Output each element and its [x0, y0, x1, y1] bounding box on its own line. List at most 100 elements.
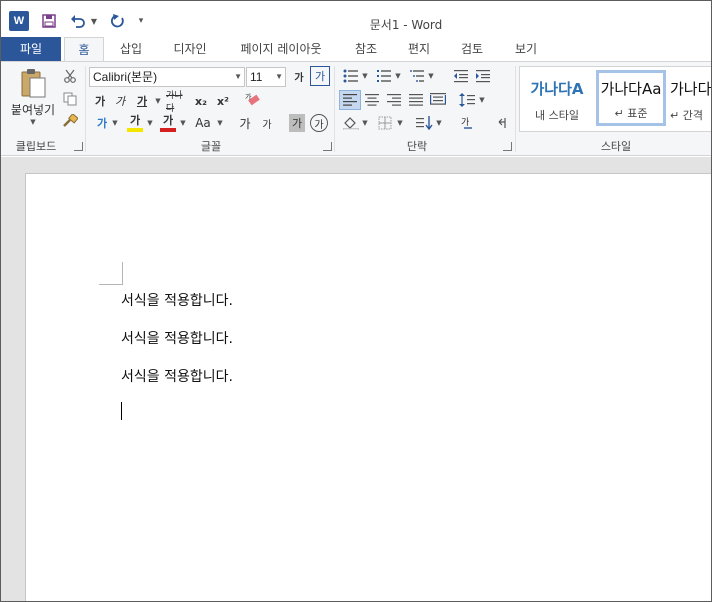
borders-dropdown[interactable]: ▼	[396, 114, 404, 132]
italic-button[interactable]: 가	[111, 92, 129, 110]
enclose-characters-button[interactable]: 가	[310, 114, 328, 132]
highlight-icon: 가	[129, 114, 141, 127]
font-color-dropdown[interactable]: ▼	[179, 114, 187, 132]
superscript-button[interactable]: x²	[214, 92, 232, 110]
bold-button[interactable]: 가	[91, 92, 109, 110]
svg-text:가: 가	[461, 117, 469, 128]
font-size-combo[interactable]: 11 ▼	[246, 67, 286, 87]
distributed-button[interactable]	[428, 90, 448, 110]
align-left-button[interactable]	[339, 90, 361, 110]
cut-button[interactable]	[61, 68, 79, 84]
align-center-icon	[365, 94, 379, 106]
style-no-spacing[interactable]: 가나다 ↵ 간격	[670, 70, 711, 126]
paragraph-mark-icon	[498, 118, 506, 128]
multilevel-list-button[interactable]	[407, 68, 427, 84]
group-separator	[334, 66, 335, 152]
change-case-button[interactable]: Aa	[191, 114, 215, 132]
text-effects-button[interactable]: 가	[93, 114, 111, 132]
tab-home[interactable]: 홈	[64, 37, 104, 62]
tab-design[interactable]: 디자인	[169, 37, 211, 61]
paragraph[interactable]: 서식을 적용합니다.	[121, 366, 233, 386]
clear-format-button[interactable]: 가	[310, 66, 330, 86]
character-spacing-button[interactable]: 가	[259, 114, 275, 132]
align-right-button[interactable]	[384, 90, 404, 110]
style-preview: 가나다A	[530, 80, 584, 98]
tab-insert[interactable]: 삽입	[117, 37, 145, 61]
font-color-swatch	[160, 128, 176, 132]
bullets-button[interactable]	[341, 68, 361, 84]
change-case-dropdown[interactable]: ▼	[216, 114, 224, 132]
clipboard-dialog-launcher[interactable]	[74, 142, 83, 151]
underline-button[interactable]: 가	[133, 92, 151, 110]
window-title: 문서1 - Word	[369, 18, 443, 32]
multilevel-dropdown[interactable]: ▼	[427, 68, 435, 84]
font-color-button[interactable]: 가	[158, 112, 178, 132]
tab-view[interactable]: 보기	[511, 37, 541, 61]
tab-mailings[interactable]: 편지	[405, 37, 433, 61]
paste-icon	[21, 68, 46, 97]
decrease-indent-icon	[454, 70, 468, 83]
underline-dropdown[interactable]: ▼	[153, 92, 163, 110]
shading-button[interactable]	[341, 114, 361, 132]
highlight-dropdown[interactable]: ▼	[146, 114, 154, 132]
multilevel-list-icon	[410, 70, 424, 82]
tab-references[interactable]: 참조	[351, 37, 381, 61]
margin-corner-mark	[122, 262, 123, 284]
svg-text:가: 가	[245, 92, 252, 101]
sort-icon	[416, 116, 433, 130]
line-spacing-button[interactable]	[457, 90, 477, 110]
chevron-down-icon: ▼	[234, 72, 242, 81]
style-preview: 가나다Aa	[600, 80, 662, 98]
paragraph[interactable]: 서식을 적용합니다.	[121, 290, 233, 310]
copy-button[interactable]	[61, 91, 79, 107]
align-center-button[interactable]	[362, 90, 382, 110]
font-name-combo[interactable]: Calibri(본문) ▼	[89, 67, 245, 87]
paragraph[interactable]: 서식을 적용합니다.	[121, 328, 233, 348]
line-spacing-dropdown[interactable]: ▼	[478, 90, 486, 110]
highlight-button[interactable]: 가	[125, 112, 145, 132]
show-marks-button[interactable]	[493, 114, 511, 132]
strikethrough-button[interactable]: 가나다	[166, 91, 190, 114]
increase-indent-button[interactable]	[473, 68, 493, 84]
style-my-style[interactable]: 가나다A 내 스타일	[522, 70, 592, 126]
tab-page-layout[interactable]: 페이지 레이아웃	[235, 37, 327, 61]
numbering-button[interactable]	[374, 68, 394, 84]
paste-dropdown-icon: ▼	[30, 117, 36, 126]
tab-file[interactable]: 파일	[1, 37, 61, 61]
justify-icon	[409, 94, 423, 106]
justify-button[interactable]	[406, 90, 426, 110]
group-separator	[515, 66, 516, 152]
phonetic-guide-button[interactable]: 가	[237, 114, 253, 132]
numbering-dropdown[interactable]: ▼	[394, 68, 402, 84]
styles-gallery: 가나다A 내 스타일 가나다Aa ↵ 표준 가나다 ↵ 간격	[519, 66, 711, 132]
font-group-label: 글꼴	[200, 140, 222, 153]
format-painter-icon	[63, 114, 78, 127]
paragraph-dialog-launcher[interactable]	[503, 142, 512, 151]
style-normal[interactable]: 가나다Aa ↵ 표준	[596, 70, 666, 126]
style-name: ↵ 표준	[614, 107, 648, 120]
character-shading-button[interactable]: 가	[289, 114, 305, 132]
font-name-value: Calibri(본문)	[93, 70, 158, 84]
text-effects-dropdown[interactable]: ▼	[111, 114, 119, 132]
grow-font-button[interactable]: 가	[289, 66, 309, 86]
eraser-icon: 가	[245, 92, 260, 106]
shading-dropdown[interactable]: ▼	[361, 114, 369, 132]
font-dialog-launcher[interactable]	[323, 142, 332, 151]
highlight-swatch	[127, 128, 143, 132]
sort-button[interactable]	[415, 114, 435, 132]
borders-icon	[378, 116, 392, 130]
document-page[interactable]: 서식을 적용합니다. 서식을 적용합니다. 서식을 적용합니다.	[25, 173, 711, 601]
format-painter-button[interactable]	[61, 113, 79, 129]
bullets-dropdown[interactable]: ▼	[361, 68, 369, 84]
subscript-button[interactable]: x₂	[192, 92, 210, 110]
paste-button[interactable]: 붙여넣기 ▼	[9, 66, 57, 126]
chevron-down-icon: ▼	[275, 72, 283, 81]
borders-button[interactable]	[375, 114, 395, 132]
tab-review[interactable]: 검토	[457, 37, 487, 61]
sort-dropdown[interactable]: ▼	[435, 114, 443, 132]
clear-formatting-button[interactable]: 가	[241, 90, 265, 110]
decrease-indent-button[interactable]	[451, 68, 471, 84]
paint-bucket-icon	[343, 117, 359, 130]
asian-layout-button[interactable]: 가	[459, 114, 477, 132]
asian-layout-icon: 가	[461, 117, 472, 129]
